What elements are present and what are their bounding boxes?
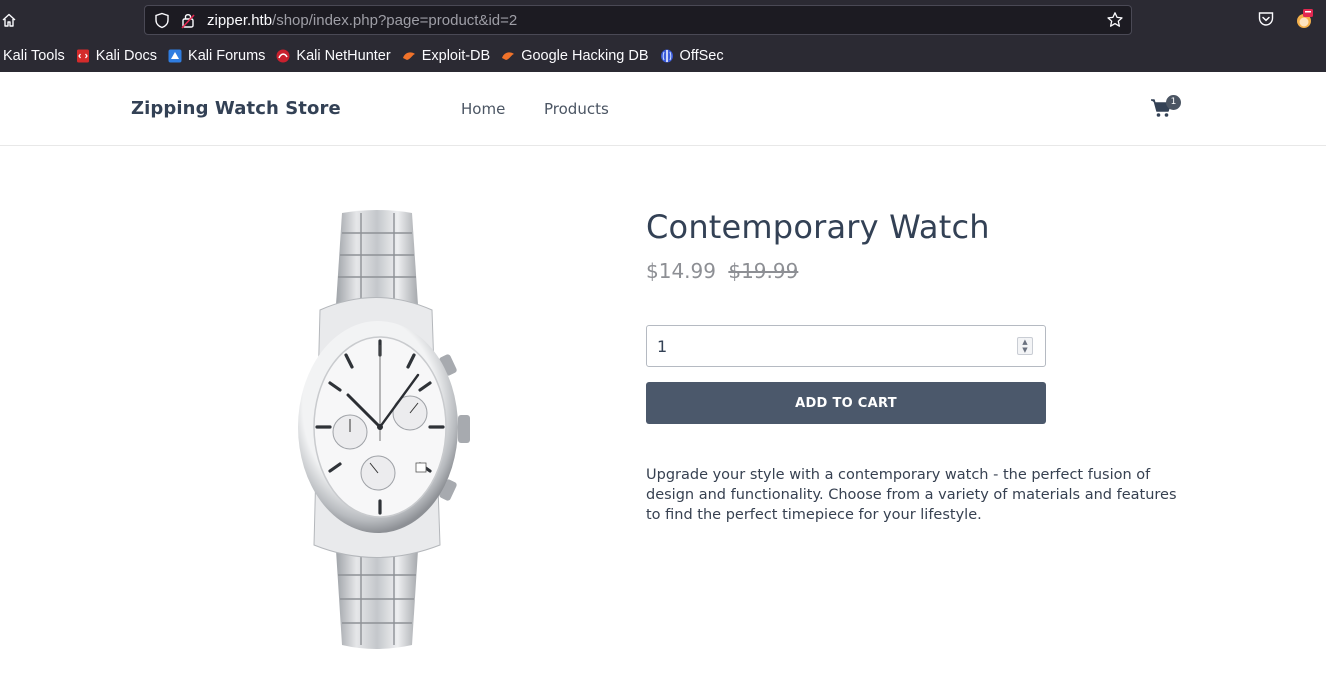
nav-products-link[interactable]: Products [544, 100, 609, 118]
insecure-lock-icon[interactable] [181, 12, 195, 33]
kali-nethunter-icon [276, 49, 290, 63]
site-navbar: Zipping Watch Store Home Products 1 [0, 72, 1326, 146]
bookmarks-toolbar: Kali Tools Kali Docs Kali Forums Kali Ne… [0, 42, 1326, 70]
bookmark-label: Kali Tools [3, 48, 65, 64]
bookmark-kali-forums[interactable]: Kali Forums [168, 48, 265, 64]
exploit-db-icon [402, 49, 416, 63]
url-text[interactable]: zipper.htb/shop/index.php?page=product&i… [207, 12, 517, 29]
ghdb-icon [501, 49, 515, 63]
product-title: Contemporary Watch [646, 208, 990, 246]
quantity-input[interactable]: 1 ▲ ▼ [646, 325, 1046, 367]
product-image-watch [290, 205, 480, 670]
cart-button[interactable]: 1 [1150, 95, 1184, 124]
bookmark-label: Kali Forums [188, 48, 266, 64]
url-row: zipper.htb/shop/index.php?page=product&i… [0, 0, 1326, 40]
bookmark-kali-tools[interactable]: Kali Tools [3, 48, 65, 64]
quantity-stepper[interactable]: ▲ ▼ [1017, 337, 1033, 355]
price-row: $14.99 $19.99 [646, 259, 798, 283]
bookmark-label: OffSec [679, 48, 724, 64]
quantity-value: 1 [657, 337, 668, 356]
home-icon[interactable] [0, 10, 18, 30]
browser-chrome: zipper.htb/shop/index.php?page=product&i… [0, 0, 1326, 72]
bookmark-kali-docs[interactable]: Kali Docs [76, 48, 157, 64]
original-price: $19.99 [728, 259, 799, 283]
kali-docs-icon [76, 49, 90, 63]
url-host: zipper.htb [207, 12, 273, 29]
brand-logo-text[interactable]: Zipping Watch Store [131, 98, 341, 119]
bookmark-google-hacking-db[interactable]: Google Hacking DB [501, 48, 649, 64]
bookmark-label: Kali Docs [95, 48, 158, 64]
product-description: Upgrade your style with a contemporary w… [646, 467, 1177, 523]
offsec-icon [660, 49, 674, 63]
shield-icon[interactable] [154, 12, 170, 33]
bookmark-label: Exploit-DB [421, 48, 491, 64]
chevron-down-icon[interactable]: ▼ [1022, 346, 1027, 354]
nav-home-link[interactable]: Home [461, 100, 505, 118]
cart-count-badge: 1 [1166, 95, 1181, 110]
current-price: $14.99 [646, 259, 716, 283]
kali-forums-icon [168, 49, 182, 63]
address-bar[interactable]: zipper.htb/shop/index.php?page=product&i… [144, 5, 1132, 35]
url-path: /shop/index.php?page=product&id=2 [272, 12, 518, 29]
bookmark-label: Google Hacking DB [521, 48, 649, 64]
add-to-cart-button[interactable]: ADD TO CART [646, 382, 1046, 424]
bookmark-star-icon[interactable] [1106, 11, 1124, 33]
bookmark-label: Kali NetHunter [296, 48, 391, 64]
bookmark-kali-nethunter[interactable]: Kali NetHunter [276, 48, 391, 64]
chevron-up-icon[interactable]: ▲ [1022, 338, 1027, 346]
bookmark-offsec[interactable]: OffSec [660, 48, 724, 64]
bookmark-exploit-db[interactable]: Exploit-DB [402, 48, 491, 64]
extension-avatar-icon[interactable] [1294, 8, 1314, 30]
pocket-icon[interactable] [1257, 10, 1275, 32]
